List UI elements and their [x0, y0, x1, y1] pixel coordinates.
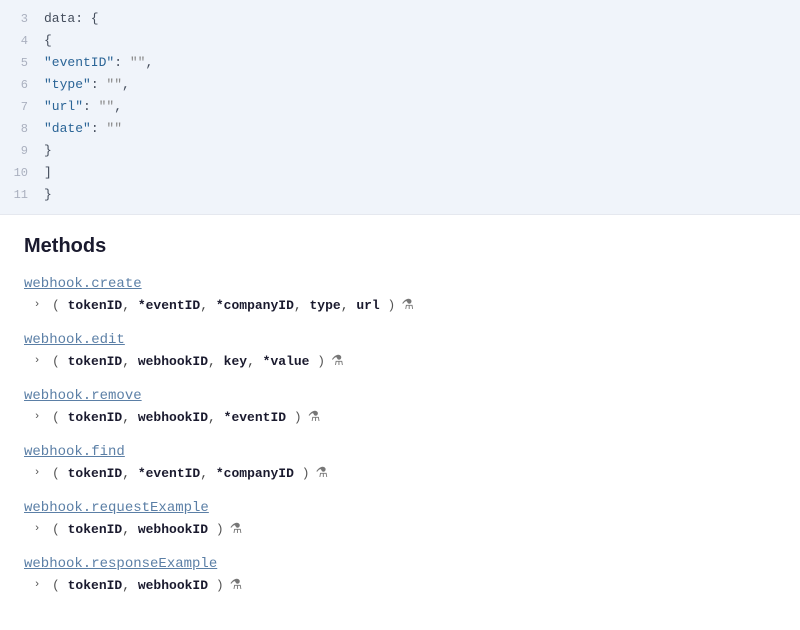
line-number: 3 [0, 9, 44, 29]
line-number: 9 [0, 141, 44, 161]
code-line: 7 "url": "", [0, 96, 800, 118]
beaker-icon[interactable]: ⚗ [401, 297, 414, 314]
method-params: ( tokenID, webhookID, key, *value ) [52, 354, 325, 369]
method-params: ( tokenID, webhookID, *eventID ) [52, 410, 302, 425]
line-content: data: { [44, 9, 99, 29]
method-signature-row: › ( tokenID, webhookID, *eventID ) ⚗ [24, 408, 776, 426]
line-number: 7 [0, 97, 44, 117]
line-content: "eventID": "", [44, 53, 153, 73]
line-number: 5 [0, 53, 44, 73]
chevron-icon[interactable]: › [28, 520, 46, 538]
method-params: ( tokenID, webhookID ) [52, 522, 224, 537]
method-link[interactable]: webhook.responseExample [24, 556, 217, 572]
method-signature-row: › ( tokenID, webhookID ) ⚗ [24, 520, 776, 538]
methods-section: Methods webhook.create › ( tokenID, *event… [0, 215, 800, 630]
method-link[interactable]: webhook.find [24, 444, 125, 460]
line-number: 6 [0, 75, 44, 95]
line-content: { [44, 31, 52, 51]
line-content: "url": "", [44, 97, 122, 117]
chevron-icon[interactable]: › [28, 408, 46, 426]
method-params: ( tokenID, *eventID, *companyID, type, u… [52, 298, 395, 313]
section-title: Methods [24, 235, 776, 258]
method-block: webhook.requestExample › ( tokenID, webhoo… [24, 498, 776, 538]
chevron-icon[interactable]: › [28, 464, 46, 482]
method-signature-row: › ( tokenID, *eventID, *companyID, type, … [24, 296, 776, 314]
method-signature-row: › ( tokenID, webhookID ) ⚗ [24, 576, 776, 594]
code-line: 3data: { [0, 8, 800, 30]
line-number: 10 [0, 163, 44, 183]
line-number: 8 [0, 119, 44, 139]
beaker-icon[interactable]: ⚗ [230, 521, 243, 538]
method-block: webhook.edit › ( tokenID, webhookID, key, … [24, 330, 776, 370]
beaker-icon[interactable]: ⚗ [308, 409, 321, 426]
method-block: webhook.remove › ( tokenID, webhookID, *ev… [24, 386, 776, 426]
code-line: 4 { [0, 30, 800, 52]
line-content: ] [44, 163, 52, 183]
beaker-icon[interactable]: ⚗ [230, 577, 243, 594]
method-link[interactable]: webhook.requestExample [24, 500, 209, 516]
code-line: 11} [0, 184, 800, 206]
line-content: } [44, 141, 52, 161]
line-number: 4 [0, 31, 44, 51]
method-link[interactable]: webhook.edit [24, 332, 125, 348]
chevron-icon[interactable]: › [28, 352, 46, 370]
methods-container: webhook.create › ( tokenID, *eventID, *com… [24, 274, 776, 594]
method-signature-row: › ( tokenID, webhookID, key, *value ) ⚗ [24, 352, 776, 370]
line-number: 11 [0, 185, 44, 205]
method-block: webhook.create › ( tokenID, *eventID, *com… [24, 274, 776, 314]
code-line: 6 "type": "", [0, 74, 800, 96]
page-container: 3data: {4 {5 "eventID": "",6 "type": "",… [0, 0, 800, 630]
line-content: } [44, 185, 52, 205]
chevron-icon[interactable]: › [28, 296, 46, 314]
method-params: ( tokenID, webhookID ) [52, 578, 224, 593]
code-block: 3data: {4 {5 "eventID": "",6 "type": "",… [0, 0, 800, 215]
code-line: 5 "eventID": "", [0, 52, 800, 74]
code-line: 10] [0, 162, 800, 184]
method-signature-row: › ( tokenID, *eventID, *companyID ) ⚗ [24, 464, 776, 482]
line-content: "date": "" [44, 119, 122, 139]
chevron-icon[interactable]: › [28, 576, 46, 594]
beaker-icon[interactable]: ⚗ [331, 353, 344, 370]
method-params: ( tokenID, *eventID, *companyID ) [52, 466, 310, 481]
method-block: webhook.responseExample › ( tokenID, webho… [24, 554, 776, 594]
code-line: 9 } [0, 140, 800, 162]
method-link[interactable]: webhook.create [24, 276, 142, 292]
method-link[interactable]: webhook.remove [24, 388, 142, 404]
method-block: webhook.find › ( tokenID, *eventID, *compa… [24, 442, 776, 482]
line-content: "type": "", [44, 75, 130, 95]
code-line: 8 "date": "" [0, 118, 800, 140]
beaker-icon[interactable]: ⚗ [316, 465, 329, 482]
